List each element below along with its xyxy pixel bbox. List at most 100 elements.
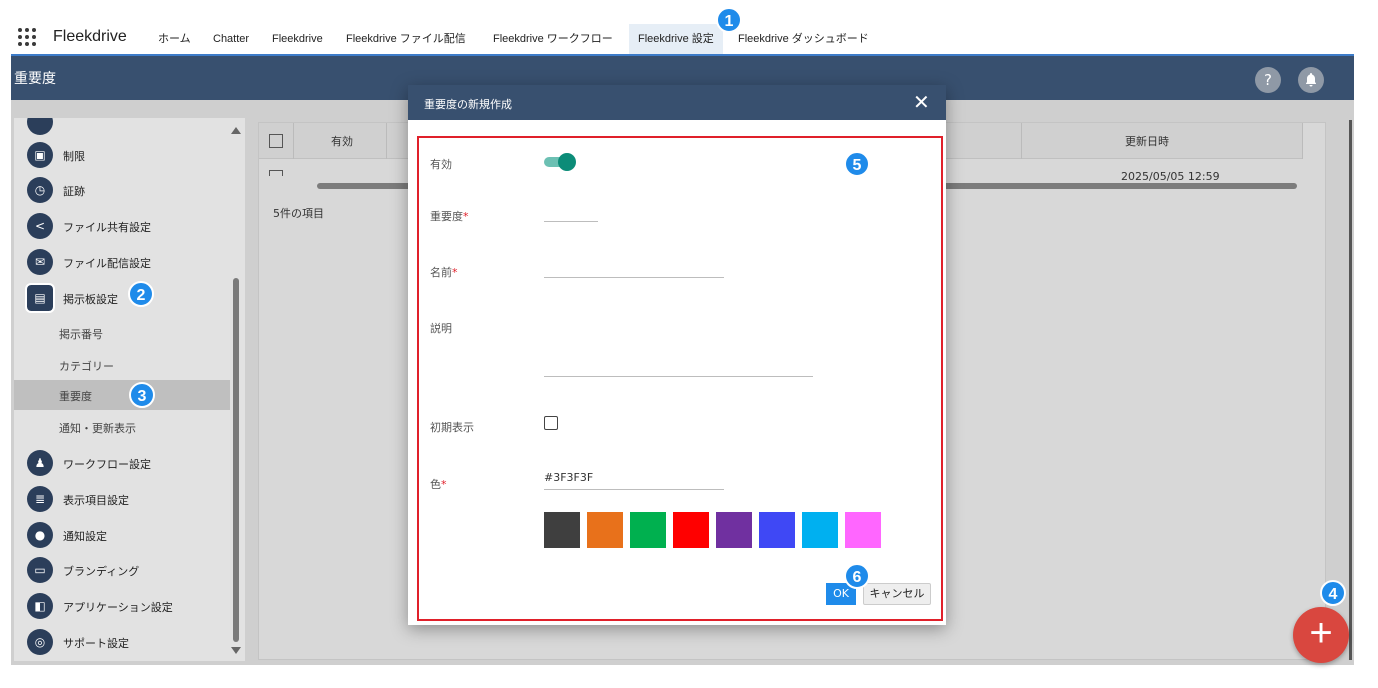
sidebar-item-display-fields[interactable]: ≣ 表示項目設定: [14, 481, 230, 517]
color-swatch-dark-gray[interactable]: [544, 512, 580, 548]
sidebar-item-label: ワークフロー設定: [63, 458, 151, 471]
sidebar-subitem-importance[interactable]: 重要度: [14, 380, 230, 410]
column-divider: [386, 123, 387, 159]
sidebar-item-label: 制限: [63, 150, 85, 163]
branding-icon: ▭: [27, 557, 53, 583]
sidebar-subitem-label: 掲示番号: [59, 328, 103, 341]
updated-date-cell: 2025/05/05 12:59: [1121, 170, 1220, 183]
tab-file-delivery[interactable]: Fleekdrive ファイル配信: [337, 24, 475, 54]
add-button[interactable]: +: [1293, 607, 1349, 663]
tab-home[interactable]: ホーム: [149, 24, 200, 54]
color-swatch-green[interactable]: [630, 512, 666, 548]
importance-label: 重要度*: [430, 210, 469, 223]
sidebar-scroll-up-icon[interactable]: [231, 127, 241, 134]
app-name: Fleekdrive: [53, 28, 127, 45]
sidebar-subitem-label: 重要度: [59, 390, 92, 403]
tab-dashboard[interactable]: Fleekdrive ダッシュボード: [729, 24, 878, 54]
color-swatch-red[interactable]: [673, 512, 709, 548]
tab-workflow[interactable]: Fleekdrive ワークフロー: [484, 24, 622, 54]
sidebar-subitem-board-number[interactable]: 掲示番号: [14, 318, 230, 348]
sidebar-item-board[interactable]: ▤ 掲示板設定: [14, 280, 230, 316]
mail-icon: ✉: [27, 249, 53, 275]
tab-settings[interactable]: Fleekdrive 設定: [629, 24, 723, 54]
color-swatch-blue[interactable]: [759, 512, 795, 548]
name-label: 名前*: [430, 266, 458, 279]
partial-icon: [27, 118, 53, 135]
tab-fleekdrive[interactable]: Fleekdrive: [263, 24, 332, 54]
sidebar-item-label: 通知設定: [63, 530, 107, 543]
importance-input[interactable]: [544, 204, 598, 220]
column-divider: [293, 123, 294, 159]
sidebar-item-label: 掲示板設定: [63, 293, 118, 306]
tab-chatter[interactable]: Chatter: [204, 24, 258, 54]
share-icon: <: [27, 213, 53, 239]
color-label: 色*: [430, 478, 447, 491]
importance-underline: [544, 221, 598, 222]
callout-badge-3: 3: [129, 382, 155, 408]
sidebar-item-label: アプリケーション設定: [63, 601, 173, 614]
sidebar-item-support[interactable]: ◎ サポート設定: [14, 624, 230, 660]
sidebar-scrollbar[interactable]: [233, 278, 239, 642]
dialog-title: 重要度の新規作成: [424, 98, 512, 111]
app-icon: ◧: [27, 593, 53, 619]
sidebar-item-limits[interactable]: ▣ 制限: [14, 137, 230, 173]
name-underline: [544, 277, 724, 278]
sidebar-item-audit[interactable]: ◷ 証跡: [14, 172, 230, 208]
callout-badge-2: 2: [128, 281, 154, 307]
column-header-updated[interactable]: 更新日時: [1125, 133, 1169, 149]
color-swatch-orange[interactable]: [587, 512, 623, 548]
name-input[interactable]: [544, 260, 724, 276]
sidebar-subitem-label: 通知・更新表示: [59, 422, 136, 435]
sidebar-item-branding[interactable]: ▭ ブランディング: [14, 552, 230, 588]
color-input[interactable]: #3F3F3F: [544, 471, 593, 484]
camera-icon: ▣: [27, 142, 53, 168]
list-icon: ≣: [27, 486, 53, 512]
sidebar-item-file-delivery[interactable]: ✉ ファイル配信設定: [14, 244, 230, 280]
close-icon[interactable]: ✕: [913, 90, 930, 114]
stamp-icon: ♟: [27, 450, 53, 476]
sidebar-item-label: 証跡: [63, 185, 85, 198]
description-underline: [544, 376, 813, 377]
page-title: 重要度: [14, 71, 56, 87]
initial-display-label: 初期表示: [430, 421, 474, 434]
support-icon: ◎: [27, 629, 53, 655]
description-textarea[interactable]: [544, 316, 813, 374]
enabled-label: 有効: [430, 158, 452, 171]
help-icon[interactable]: ?: [1255, 67, 1281, 93]
initial-display-checkbox[interactable]: [544, 416, 558, 430]
item-count: 5件の項目: [273, 207, 324, 220]
cancel-button[interactable]: キャンセル: [863, 583, 931, 605]
callout-badge-6: 6: [844, 563, 870, 589]
bell-icon[interactable]: [1298, 67, 1324, 93]
column-divider: [1302, 123, 1303, 159]
callout-badge-4: 4: [1320, 580, 1346, 606]
color-swatch-cyan[interactable]: [802, 512, 838, 548]
board-icon: ▤: [25, 283, 55, 313]
sidebar-subitem-notify-update[interactable]: 通知・更新表示: [14, 412, 230, 442]
sidebar-item-label: 表示項目設定: [63, 494, 129, 507]
color-swatch-purple[interactable]: [716, 512, 752, 548]
select-all-checkbox[interactable]: [269, 134, 283, 148]
bell-icon: ●: [27, 522, 53, 548]
column-header-enabled[interactable]: 有効: [331, 133, 353, 149]
column-divider: [1021, 123, 1022, 159]
sidebar-item-workflow[interactable]: ♟ ワークフロー設定: [14, 445, 230, 481]
toggle-knob[interactable]: [558, 153, 576, 171]
app-launcher-icon[interactable]: [18, 28, 36, 46]
color-underline: [544, 489, 724, 490]
sidebar-scroll-down-icon[interactable]: [231, 647, 241, 654]
color-swatch-pink[interactable]: [845, 512, 881, 548]
dialog-header: 重要度の新規作成 ✕: [408, 85, 946, 120]
sidebar-subitem-label: カテゴリー: [59, 360, 114, 373]
sidebar-item-label: ファイル配信設定: [63, 257, 151, 270]
sidebar-item-label: ブランディング: [63, 565, 140, 578]
history-icon: ◷: [27, 177, 53, 203]
callout-badge-1: 1: [716, 7, 742, 33]
page-scrollbar[interactable]: [1349, 120, 1352, 660]
sidebar-item-application[interactable]: ◧ アプリケーション設定: [14, 588, 230, 624]
sidebar-item-file-share[interactable]: < ファイル共有設定: [14, 208, 230, 244]
sidebar-subitem-category[interactable]: カテゴリー: [14, 350, 230, 380]
sidebar-item-notification[interactable]: ● 通知設定: [14, 517, 230, 553]
row-checkbox[interactable]: [269, 170, 283, 176]
top-navigation: Fleekdrive ホーム Chatter Fleekdrive Fleekd…: [0, 0, 1378, 56]
